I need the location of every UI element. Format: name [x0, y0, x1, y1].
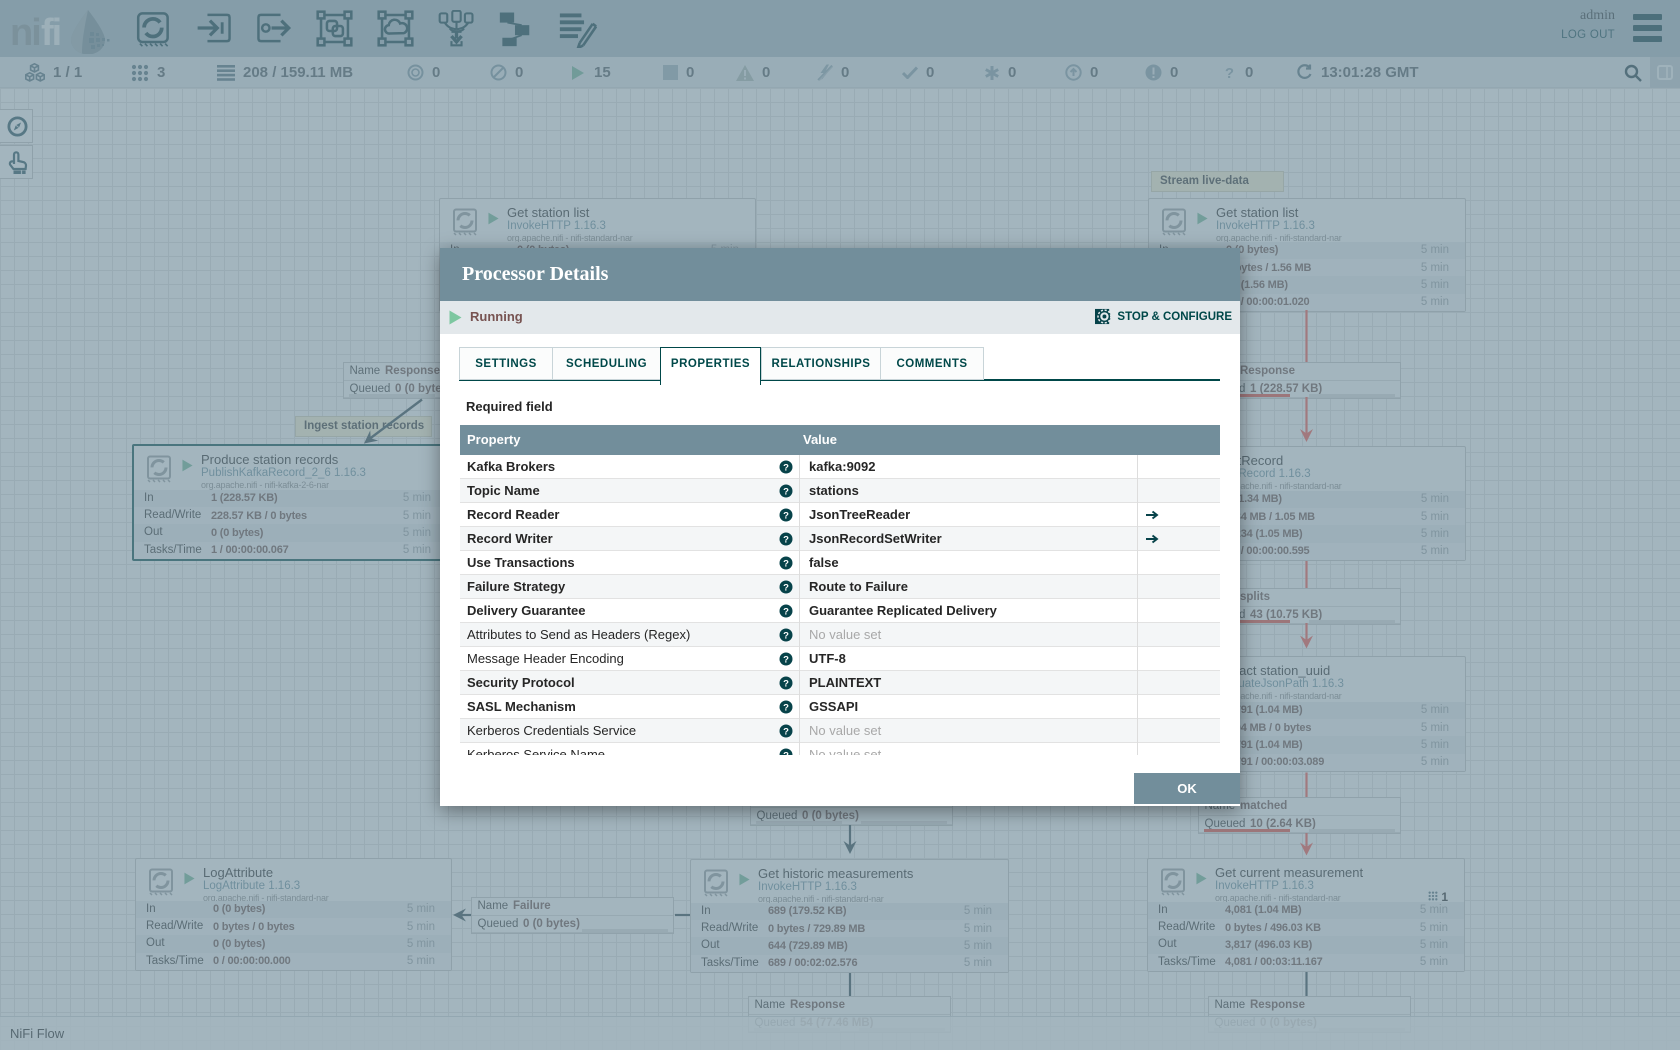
svg-text:?: ? — [783, 559, 789, 570]
svg-text:?: ? — [783, 727, 789, 738]
svg-text:?: ? — [783, 703, 789, 714]
svg-text:?: ? — [783, 655, 789, 666]
svg-text:?: ? — [783, 511, 789, 522]
svg-text:?: ? — [783, 535, 789, 546]
svg-text:?: ? — [783, 631, 789, 642]
svg-text:?: ? — [783, 463, 789, 474]
svg-text:?: ? — [783, 751, 789, 756]
svg-text:?: ? — [783, 487, 789, 498]
svg-text:?: ? — [783, 583, 789, 594]
svg-text:?: ? — [783, 679, 789, 690]
svg-text:?: ? — [783, 607, 789, 618]
